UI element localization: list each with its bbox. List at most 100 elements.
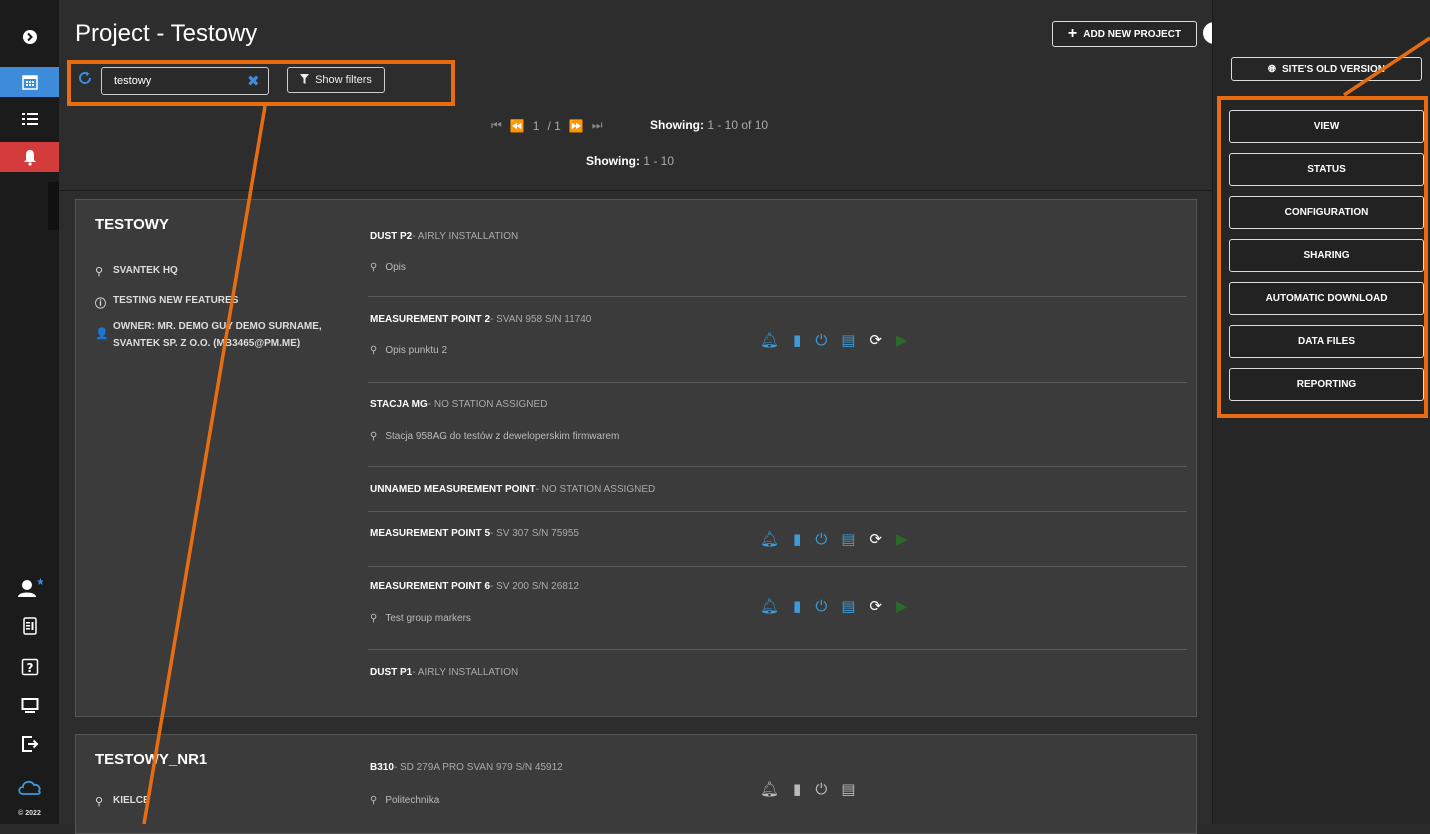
mp-desc: ⚲ Stacja 958AG do testów z deweloperskim … bbox=[370, 431, 620, 442]
bell-alerts-icon[interactable] bbox=[0, 142, 59, 172]
power-plug-icon[interactable]: ⏻ bbox=[815, 532, 827, 547]
bell-icon[interactable]: 🔔︎ bbox=[760, 599, 779, 614]
bell-icon[interactable]: 🔔︎ bbox=[760, 333, 779, 348]
search-highlight-box bbox=[67, 60, 455, 106]
mp-desc: ⚲ Opis punktu 2 bbox=[370, 345, 448, 356]
mp-title: B310- SD 279A PRO SVAN 979 S/N 45912 bbox=[370, 762, 563, 773]
calendar-icon[interactable] bbox=[0, 67, 59, 97]
sd-card-icon[interactable]: ▤ bbox=[841, 333, 855, 348]
map-icon: ⚲ bbox=[95, 796, 104, 808]
logout-icon[interactable] bbox=[0, 729, 59, 759]
last-page-icon[interactable]: ⏭ bbox=[592, 118, 603, 133]
mp-desc: ⚲ Politechnika bbox=[370, 795, 440, 806]
project-owner: 👤 OWNER: MR. DEMO GUY DEMO SURNAME, SVAN… bbox=[95, 318, 345, 352]
showing-range: 1 - 10 of 10 bbox=[707, 118, 769, 132]
list-item[interactable]: DUST P1- AIRLY INSTALLATION bbox=[368, 650, 1187, 700]
mp-title: DUST P2- AIRLY INSTALLATION bbox=[370, 231, 519, 242]
battery-icon[interactable]: ▮ bbox=[793, 599, 801, 614]
refresh-cycle-icon[interactable]: ⟳ bbox=[869, 333, 882, 348]
bell-icon[interactable]: 🔔︎ bbox=[760, 782, 779, 797]
left-navigation-rail: ★ ? © 2022 bbox=[0, 0, 60, 824]
total-pages: / 1 bbox=[547, 118, 561, 133]
old-version-button[interactable]: 🌐︎ SITE'S OLD VERSION bbox=[1231, 57, 1422, 81]
mp-title: MEASUREMENT POINT 2- SVAN 958 S/N 11740 bbox=[370, 314, 592, 325]
content-divider bbox=[59, 190, 1212, 191]
play-icon[interactable]: ▶ bbox=[896, 532, 908, 547]
page-title: Project - Testowy bbox=[75, 20, 258, 47]
billing-icon[interactable] bbox=[0, 611, 59, 641]
sd-card-icon[interactable]: ▤ bbox=[841, 599, 855, 614]
pin-icon: ⚲ bbox=[370, 262, 378, 273]
mp-title: MEASUREMENT POINT 5- SV 307 S/N 75955 bbox=[370, 528, 579, 539]
power-plug-icon[interactable]: ⏻ bbox=[815, 599, 827, 614]
list-item[interactable]: MEASUREMENT POINT 5- SV 307 S/N 75955 🔔︎… bbox=[368, 512, 1187, 567]
first-page-icon[interactable]: ⏮ bbox=[491, 118, 502, 133]
play-icon[interactable]: ▶ bbox=[896, 333, 908, 348]
cloud-logo-icon bbox=[0, 772, 59, 802]
mp-status-icons: 🔔︎ ▮ ⏻ ▤ ⟳ ▶ bbox=[760, 333, 908, 348]
battery-icon[interactable]: ▮ bbox=[793, 333, 801, 348]
power-plug-icon[interactable]: ⏻ bbox=[815, 333, 827, 348]
current-page[interactable]: 1 bbox=[533, 119, 540, 133]
mp-status-icons: 🔔︎ ▮ ⏻ ▤ ⟳ ▶ bbox=[760, 599, 908, 614]
add-new-project-button[interactable]: + ADD NEW PROJECT bbox=[1052, 21, 1197, 47]
expand-menu-icon[interactable] bbox=[0, 22, 59, 52]
globe-icon: 🌐︎ bbox=[1268, 63, 1277, 75]
svg-text:★: ★ bbox=[36, 577, 43, 588]
mp-title: DUST P1- AIRLY INSTALLATION bbox=[370, 667, 519, 678]
project-location-label: SVANTEK HQ bbox=[113, 265, 178, 276]
battery-icon[interactable]: ▮ bbox=[793, 782, 801, 797]
showing-count-2: Showing: 1 - 10 bbox=[586, 154, 674, 168]
mp-title: MEASUREMENT POINT 6- SV 200 S/N 26812 bbox=[370, 581, 579, 592]
project-info-label: TESTING NEW FEATURES bbox=[113, 295, 239, 306]
showing-count: Showing: 1 - 10 of 10 bbox=[650, 118, 768, 132]
owner-icon: 👤 bbox=[95, 328, 109, 340]
mp-desc: ⚲ Test group markers bbox=[370, 613, 471, 624]
pin-icon: ⚲ bbox=[370, 795, 378, 806]
sd-card-icon[interactable]: ▤ bbox=[841, 782, 855, 797]
next-page-icon[interactable]: ⏩ bbox=[569, 119, 584, 133]
showing-label-2: Showing: bbox=[586, 154, 640, 168]
sd-card-icon[interactable]: ▤ bbox=[841, 532, 855, 547]
list-item[interactable]: UNNAMED MEASUREMENT POINT- NO STATION AS… bbox=[368, 467, 1187, 512]
refresh-cycle-icon[interactable]: ⟳ bbox=[869, 599, 882, 614]
play-icon[interactable]: ▶ bbox=[896, 599, 908, 614]
menu-highlight-box bbox=[1217, 96, 1428, 418]
mp-status-icons: 🔔︎ ▮ ⏻ ▤ bbox=[760, 782, 855, 797]
monitor-icon[interactable] bbox=[0, 691, 59, 721]
map-icon: ⚲ bbox=[95, 266, 104, 278]
info-icon: ⓘ bbox=[95, 298, 106, 310]
battery-icon[interactable]: ▮ bbox=[793, 532, 801, 547]
old-version-label: SITE'S OLD VERSION bbox=[1282, 63, 1385, 75]
project-location-label: KIELCE bbox=[113, 795, 150, 806]
project-name[interactable]: TESTOWY bbox=[95, 216, 169, 233]
refresh-cycle-icon[interactable]: ⟳ bbox=[869, 532, 882, 547]
pin-icon: ⚲ bbox=[370, 613, 378, 624]
user-account-icon[interactable]: ★ bbox=[0, 572, 59, 602]
pagination: ⏮ ⏪ 1 / 1 ⏩ ⏭ bbox=[491, 118, 603, 133]
project-name[interactable]: TESTOWY_NR1 bbox=[95, 751, 207, 768]
mp-title: STACJA MG- NO STATION ASSIGNED bbox=[370, 399, 548, 410]
list-item[interactable]: B310- SD 279A PRO SVAN 979 S/N 45912 ⚲ Po… bbox=[368, 752, 1187, 824]
project-location: ⚲ KIELCE bbox=[95, 795, 150, 808]
list-item[interactable]: MEASUREMENT POINT 2- SVAN 958 S/N 11740 … bbox=[368, 297, 1187, 383]
list-icon[interactable] bbox=[0, 104, 59, 134]
list-item[interactable]: STACJA MG- NO STATION ASSIGNED ⚲ Stacja 9… bbox=[368, 383, 1187, 467]
power-plug-icon[interactable]: ⏻ bbox=[815, 782, 827, 797]
project-location: ⚲ SVANTEK HQ bbox=[95, 265, 178, 278]
prev-page-icon[interactable]: ⏪ bbox=[510, 119, 525, 133]
bell-icon[interactable]: 🔔︎ bbox=[760, 532, 779, 547]
plus-icon: + bbox=[1067, 25, 1078, 42]
list-item[interactable]: MEASUREMENT POINT 6- SV 200 S/N 26812 ⚲ T… bbox=[368, 567, 1187, 650]
help-icon[interactable]: ? bbox=[0, 652, 59, 682]
mp-status-icons: 🔔︎ ▮ ⏻ ▤ ⟳ ▶ bbox=[760, 532, 908, 547]
list-item[interactable]: DUST P2- AIRLY INSTALLATION ⚲ Opis bbox=[368, 222, 1187, 297]
svg-text:?: ? bbox=[26, 661, 33, 675]
pin-icon: ⚲ bbox=[370, 431, 378, 442]
copyright-label: © 2022 bbox=[18, 810, 41, 817]
project-owner-label: OWNER: MR. DEMO GUY DEMO SURNAME, SVANTE… bbox=[113, 321, 322, 349]
pin-icon: ⚲ bbox=[370, 345, 378, 356]
showing-range-2: 1 - 10 bbox=[643, 154, 675, 168]
mp-desc: ⚲ Opis bbox=[370, 262, 406, 273]
showing-label: Showing: bbox=[650, 118, 704, 132]
